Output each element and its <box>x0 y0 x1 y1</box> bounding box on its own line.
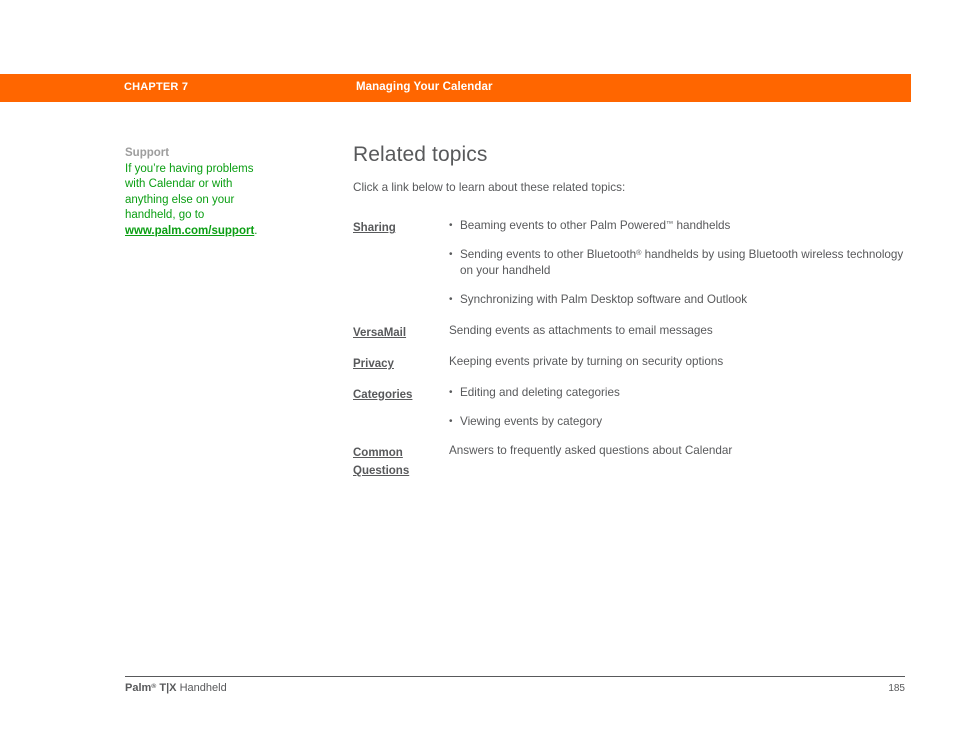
table-row: Sharing Beaming events to other Palm Pow… <box>353 218 913 308</box>
topic-description-cell: Answers to frequently asked questions ab… <box>449 430 913 479</box>
topic-link-cell: Privacy <box>353 341 449 372</box>
support-body-line-3: anything else on your <box>125 193 235 206</box>
page-title: Related topics <box>353 143 488 166</box>
table-row: VersaMail Sending events as attachments … <box>353 308 913 341</box>
footer-product-type: Handheld <box>176 682 227 694</box>
support-body-line-4: handheld, go to <box>125 209 205 222</box>
list-item: Viewing events by category <box>449 414 913 430</box>
topic-description: Answers to frequently asked questions ab… <box>449 444 733 457</box>
table-row: Common Questions Answers to frequently a… <box>353 430 913 479</box>
list-item: Beaming events to other Palm Powered™ ha… <box>449 218 913 234</box>
bullet-text: Beaming events to other Palm Powered <box>460 219 666 232</box>
support-body-line-2: with Calendar or with <box>125 178 233 191</box>
topic-link-cell: VersaMail <box>353 308 449 341</box>
topic-link-sharing[interactable]: Sharing <box>353 222 396 234</box>
topic-description-cell: Editing and deleting categories Viewing … <box>449 372 913 430</box>
support-sidebar: Support If you’re having problems with C… <box>125 146 285 240</box>
main-content: Related topics Click a link below to lea… <box>353 142 913 479</box>
chapter-title: Managing Your Calendar <box>356 81 493 93</box>
footer-product-name: Palm® T|X Handheld <box>125 682 227 694</box>
footer-brand: Palm <box>125 682 152 694</box>
chapter-label: CHAPTER 7 <box>124 81 189 93</box>
related-topics-table: Sharing Beaming events to other Palm Pow… <box>353 218 913 479</box>
bullet-text: Synchronizing with Palm Desktop software… <box>460 293 748 306</box>
chapter-header-bar: CHAPTER 7 Managing Your Calendar <box>0 74 911 102</box>
topic-link-line-1: Common <box>353 447 403 459</box>
intro-text: Click a link below to learn about these … <box>353 181 626 194</box>
support-body: If you’re having problems with Calendar … <box>125 162 285 240</box>
bullet-text-suffix: handhelds <box>673 219 731 232</box>
table-row: Categories Editing and deleting categori… <box>353 372 913 430</box>
list-item: Editing and deleting categories <box>449 385 913 401</box>
topic-link-versamail[interactable]: VersaMail <box>353 327 406 339</box>
topic-description: Keeping events private by turning on sec… <box>449 355 724 368</box>
topic-bullet-list: Beaming events to other Palm Powered™ ha… <box>449 218 913 308</box>
topic-link-cell: Categories <box>353 372 449 430</box>
topic-description-cell: Sending events as attachments to email m… <box>449 308 913 341</box>
topic-link-cell: Common Questions <box>353 430 449 479</box>
topic-link-line-2: Questions <box>353 465 410 477</box>
topic-bullet-list: Editing and deleting categories Viewing … <box>449 385 913 430</box>
footer-divider <box>125 676 905 677</box>
topic-description: Sending events as attachments to email m… <box>449 324 713 337</box>
topic-link-categories[interactable]: Categories <box>353 389 412 401</box>
bullet-text: Editing and deleting categories <box>460 386 620 399</box>
list-item: Synchronizing with Palm Desktop software… <box>449 292 913 308</box>
table-row: Privacy Keeping events private by turnin… <box>353 341 913 372</box>
page-number: 185 <box>888 683 905 694</box>
topic-description-cell: Keeping events private by turning on sec… <box>449 341 913 372</box>
topic-description-cell: Beaming events to other Palm Powered™ ha… <box>449 218 913 308</box>
list-item: Sending events to other Bluetooth® handh… <box>449 247 913 279</box>
bullet-text: Viewing events by category <box>460 415 603 428</box>
footer-model: T|X <box>156 682 177 694</box>
topic-link-privacy[interactable]: Privacy <box>353 358 394 370</box>
support-link-period: . <box>254 224 258 237</box>
support-heading: Support <box>125 147 170 159</box>
support-url-link[interactable]: www.palm.com/support <box>125 225 254 237</box>
topic-link-common-questions[interactable]: Common Questions <box>353 447 409 477</box>
bullet-text: Sending events to other Bluetooth <box>460 248 637 261</box>
topic-link-cell: Sharing <box>353 218 449 308</box>
support-body-line-1: If you’re having problems <box>125 162 254 175</box>
